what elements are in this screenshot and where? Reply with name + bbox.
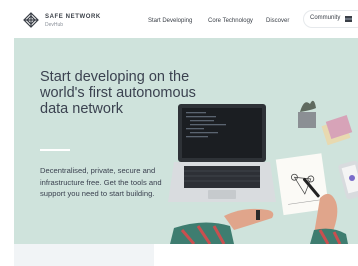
safe-network-logo-icon[interactable] [23,12,39,28]
brand-subtitle: DevHub [45,22,64,28]
hero-divider [40,149,70,151]
top-nav-bar: SAFE NETWORK DevHub Start Developing Cor… [14,0,358,38]
hero-illustration [168,100,358,244]
nav-link-start-developing[interactable]: Start Developing [148,18,192,24]
section-band-left [14,244,154,266]
nav-link-discover[interactable]: Discover [266,18,289,24]
community-label: Community [310,15,341,21]
community-flag-icon [345,16,352,22]
page-frame: SAFE NETWORK DevHub Start Developing Cor… [14,0,358,266]
nav-link-core-technology[interactable]: Core Technology [208,18,253,24]
community-button[interactable]: Community [304,11,358,27]
section-band-right [154,244,358,266]
brand-name[interactable]: SAFE NETWORK [45,14,101,20]
